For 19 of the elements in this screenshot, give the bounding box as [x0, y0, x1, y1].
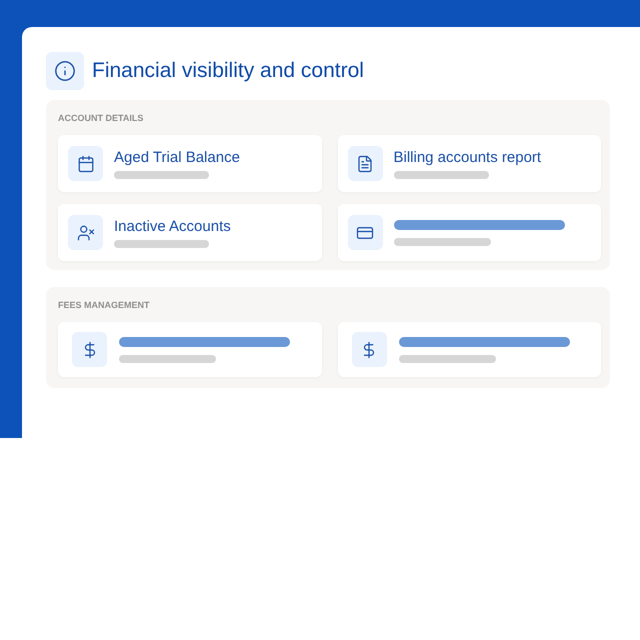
report-card[interactable]: [338, 322, 601, 377]
section-label: FEES MANAGEMENT: [58, 299, 151, 311]
person-cross-icon: [68, 215, 103, 250]
info-icon: [46, 52, 84, 90]
document-icon: [348, 146, 382, 181]
calendar-icon: [68, 146, 103, 181]
dollar-icon: [352, 332, 386, 367]
page-title: Financial visibility and control: [92, 58, 364, 84]
dollar-icon: [72, 332, 107, 367]
report-card[interactable]: Billing accounts report: [338, 135, 601, 192]
report-card[interactable]: Inactive Accounts: [58, 204, 322, 261]
report-card[interactable]: [338, 204, 601, 261]
card-icon: [348, 215, 382, 250]
report-card[interactable]: Aged Trial Balance: [58, 135, 322, 192]
report-title: Billing accounts report: [394, 148, 542, 166]
report-title: Inactive Accounts: [114, 218, 231, 236]
report-card[interactable]: [58, 322, 322, 377]
report-title: Aged Trial Balance: [114, 148, 240, 166]
section-label: ACCOUNT DETAILS: [58, 112, 144, 124]
